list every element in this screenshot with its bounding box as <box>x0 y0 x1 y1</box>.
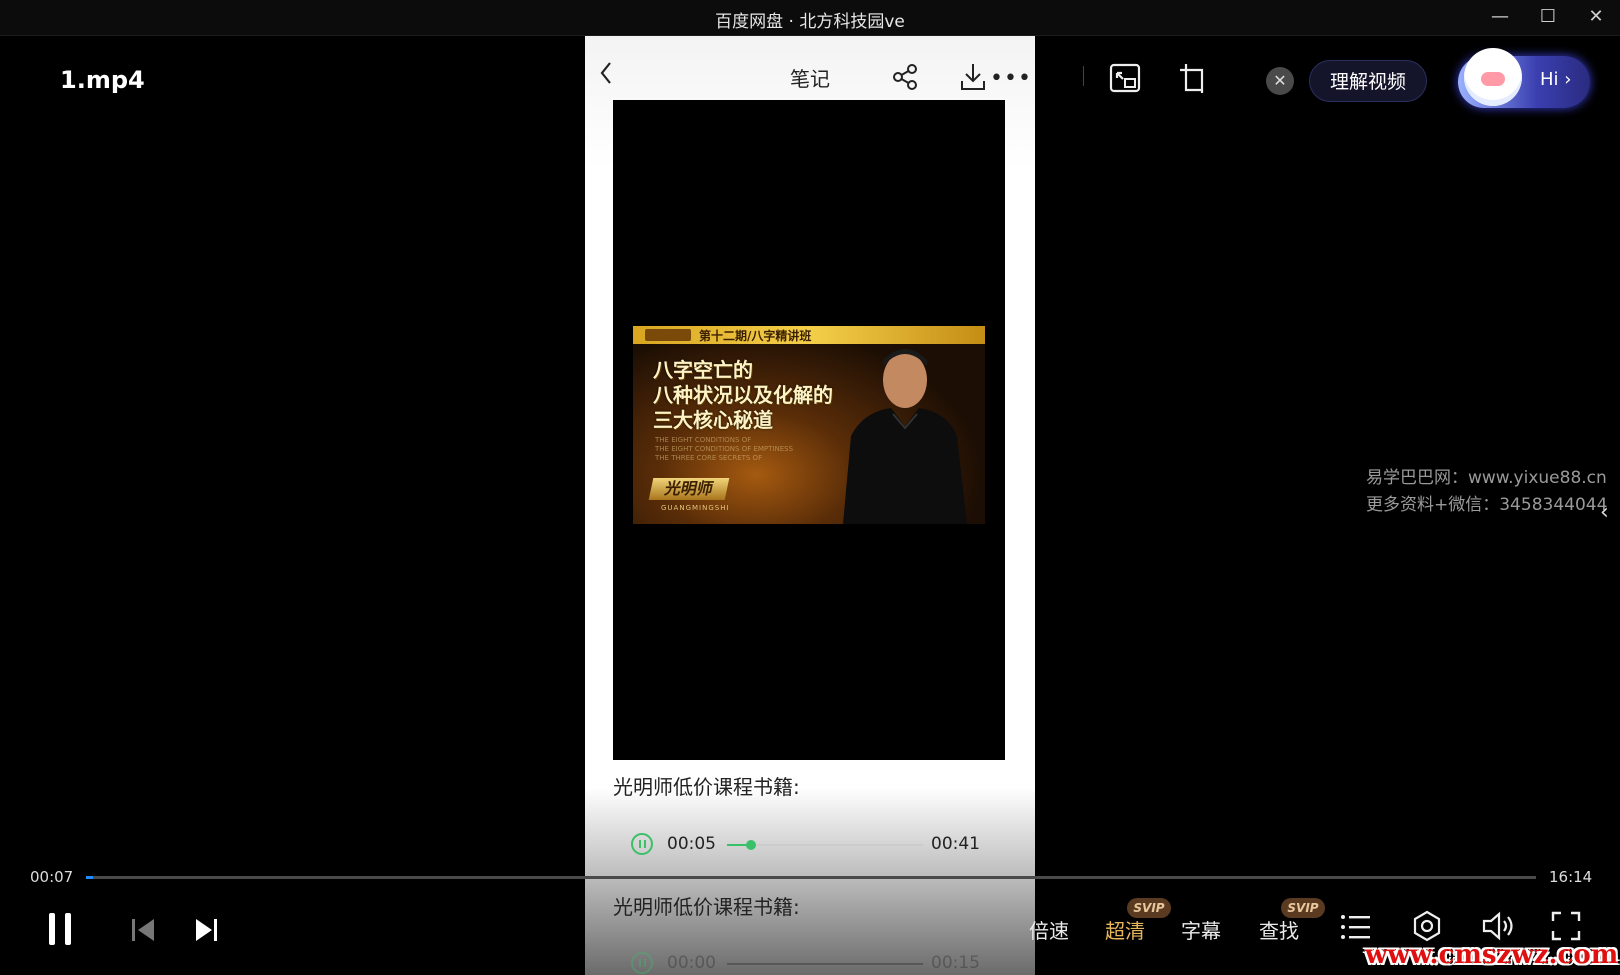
audio-player: 00:05 00:41 <box>631 830 991 860</box>
watermark-line: 更多资料+微信：3458344044 <box>1366 495 1608 515</box>
assistant-avatar <box>1464 48 1522 106</box>
close-icon[interactable]: ✕ <box>1583 6 1609 28</box>
notes-panel: 笔记 ••• 第十二期/八字精讲班 八字空亡的 八种状况以及化解的 三大核心秘道… <box>585 36 1035 975</box>
video-progress-bar[interactable] <box>86 876 1536 879</box>
audio-seek-fill <box>727 963 923 965</box>
ai-assistant-button[interactable]: Hi › <box>1458 48 1590 108</box>
audio-total-time: 00:41 <box>931 834 980 854</box>
fullscreen-icon[interactable] <box>1551 911 1581 941</box>
svip-badge: SVIP <box>1281 898 1325 918</box>
english-line: THE EIGHT CONDITIONS OF EMPTINESS <box>655 445 794 453</box>
note-heading: 光明师低价课程书籍: <box>613 895 800 919</box>
audio-pause-icon[interactable] <box>631 833 653 855</box>
school-seal <box>645 329 691 341</box>
name-pinyin: GUANGMINGSHI <box>661 504 730 512</box>
assistant-label: Hi › <box>1540 69 1572 90</box>
quality-button[interactable]: 超清 <box>1105 915 1145 944</box>
audio-play-icon[interactable] <box>631 952 653 974</box>
download-icon[interactable] <box>958 61 988 93</box>
search-button[interactable]: 查找 <box>1259 915 1299 944</box>
window-title: 百度网盘 · 北方科技园ve <box>715 12 905 32</box>
video-progress-fill <box>86 876 94 879</box>
volume-icon[interactable] <box>1481 910 1517 942</box>
slide-english-text: THE EIGHT CONDITIONS OF THE EIGHT CONDIT… <box>655 436 793 463</box>
pause-icon[interactable] <box>46 911 74 947</box>
minimize-icon[interactable]: — <box>1487 6 1513 28</box>
crop-icon[interactable] <box>1176 62 1208 94</box>
note-heading: 光明师低价课程书籍: <box>613 775 800 799</box>
english-line: THE THREE CORE SECRETS OF <box>655 454 763 462</box>
name-plate: 光明师 <box>648 478 730 500</box>
understand-video-button[interactable]: 理解视频 <box>1309 60 1427 102</box>
audio-seek-bar[interactable] <box>727 840 923 850</box>
presenter-image <box>843 349 967 524</box>
picture-in-picture-icon[interactable] <box>1108 62 1142 94</box>
watermark-line: 易学巴巴网：www.yixue88.cn <box>1366 468 1607 488</box>
maximize-icon[interactable]: ☐ <box>1535 6 1561 28</box>
side-panel-arrow-icon[interactable]: ‹ <box>1600 500 1609 525</box>
audio-total-time: 00:15 <box>931 953 980 973</box>
headline-line: 三大核心秘道 <box>653 408 773 432</box>
settings-icon[interactable] <box>1411 910 1443 942</box>
slide-headline: 八字空亡的 八种状况以及化解的 三大核心秘道 <box>653 358 833 433</box>
video-filename: 1.mp4 <box>60 66 145 94</box>
headline-line: 八字空亡的 <box>653 358 753 382</box>
more-icon[interactable]: ••• <box>990 66 1032 91</box>
audio-seek-bar[interactable] <box>727 963 923 965</box>
english-line: THE EIGHT CONDITIONS OF <box>655 436 752 444</box>
toolbar-divider <box>1083 66 1084 86</box>
banner-text: 第十二期/八字精讲班 <box>699 329 812 343</box>
subtitle-button[interactable]: 字幕 <box>1181 915 1221 944</box>
title-bar: 百度网盘 · 北方科技园ve — ☐ ✕ <box>0 0 1620 36</box>
audio-current-time: 00:00 <box>667 953 716 973</box>
close-ai-icon[interactable]: ✕ <box>1266 67 1294 95</box>
audio-seek-knob[interactable] <box>745 840 756 850</box>
svip-badge: SVIP <box>1127 898 1171 918</box>
audio-player: 00:00 00:15 <box>631 949 991 975</box>
slide-thumbnail: 第十二期/八字精讲班 八字空亡的 八种状况以及化解的 三大核心秘道 THE EI… <box>633 326 985 524</box>
audio-current-time: 00:05 <box>667 834 716 854</box>
playlist-icon[interactable] <box>1340 913 1372 941</box>
speed-button[interactable]: 倍速 <box>1029 915 1069 944</box>
current-time: 00:07 <box>30 868 74 886</box>
share-icon[interactable] <box>890 62 920 92</box>
headline-line: 八种状况以及化解的 <box>653 383 833 407</box>
next-icon[interactable] <box>194 917 220 943</box>
previous-icon[interactable] <box>130 917 156 943</box>
total-time: 16:14 <box>1549 868 1593 886</box>
site-watermark: www.cmszwz.com <box>1365 940 1619 970</box>
note-slide[interactable]: 第十二期/八字精讲班 八字空亡的 八种状况以及化解的 三大核心秘道 THE EI… <box>613 100 1005 778</box>
